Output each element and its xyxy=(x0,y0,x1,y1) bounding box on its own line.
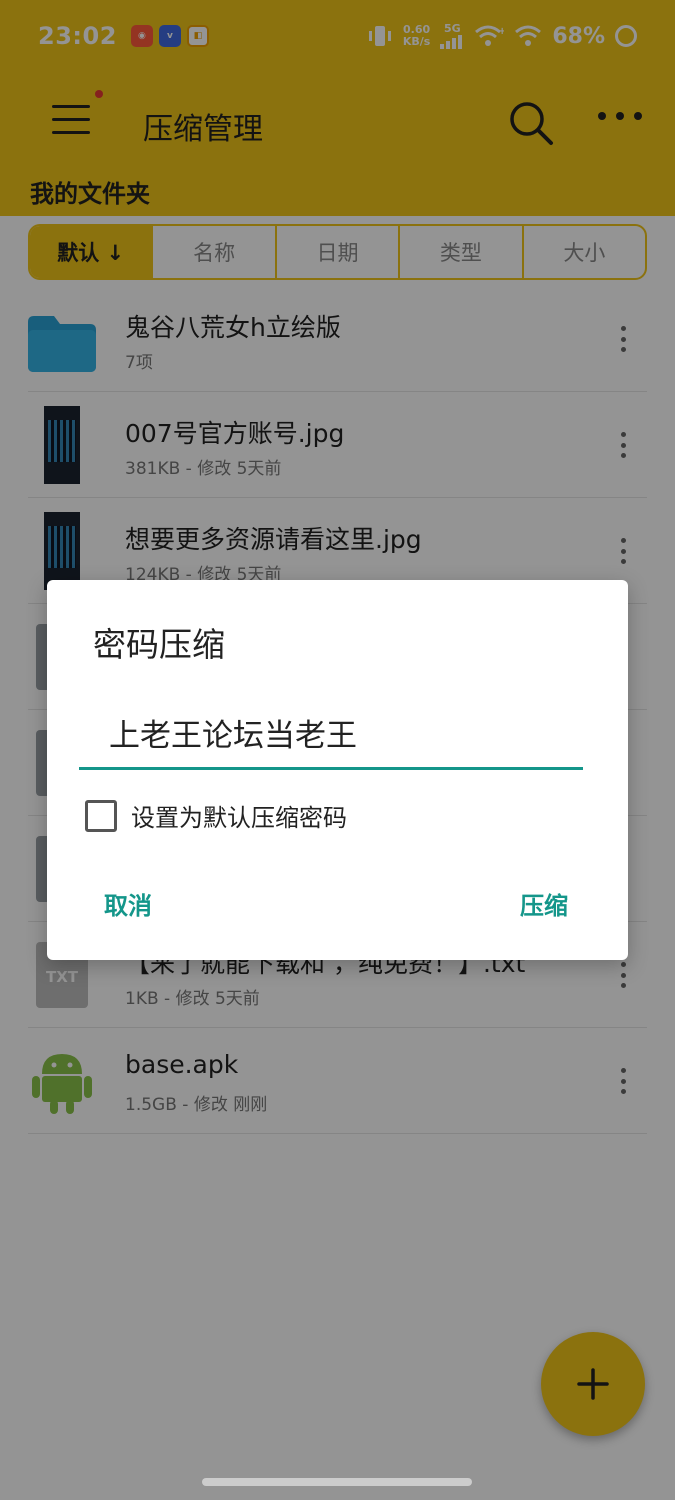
cancel-button[interactable]: 取消 xyxy=(104,886,152,921)
checkbox-label: 设置为默认压缩密码 xyxy=(131,804,347,832)
compress-button[interactable]: 压缩 xyxy=(520,886,568,921)
password-input[interactable] xyxy=(79,698,583,770)
password-compress-dialog: 密码压缩 设置为默认压缩密码 取消 压缩 xyxy=(47,580,628,960)
default-password-checkbox[interactable] xyxy=(85,799,117,832)
gesture-nav-bar[interactable] xyxy=(202,1478,472,1486)
dialog-title: 密码压缩 xyxy=(93,625,225,664)
default-password-option[interactable]: 设置为默认压缩密码 xyxy=(85,798,347,833)
